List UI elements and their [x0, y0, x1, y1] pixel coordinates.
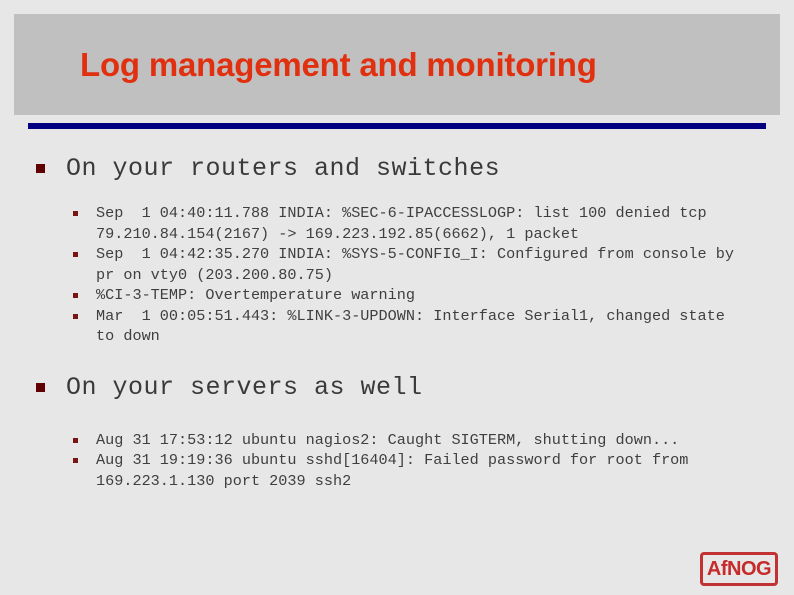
small-square-bullet-icon: [73, 252, 78, 257]
small-square-bullet-icon: [73, 437, 78, 443]
small-square-bullet-icon: [73, 458, 78, 463]
slide-canvas: Log management and monitoring On your ro…: [0, 0, 794, 595]
title-divider: [28, 123, 766, 129]
list-item: Aug 31 17:53:12 ubuntu nagios2: Caught S…: [0, 430, 794, 451]
square-bullet-icon: [36, 164, 45, 173]
section-heading-servers: On your servers as well: [0, 371, 794, 404]
square-bullet-icon: [36, 382, 45, 392]
section-heading-routers: On your routers and switches: [0, 152, 794, 185]
log-entry-text: Sep 1 04:40:11.788 INDIA: %SEC-6-IPACCES…: [96, 204, 716, 243]
slide-content: On your routers and switches Sep 1 04:40…: [0, 152, 794, 491]
list-item: %CI-3-TEMP: Overtemperature warning: [0, 285, 794, 306]
page-title: Log management and monitoring: [80, 46, 597, 83]
list-item: Sep 1 04:40:11.788 INDIA: %SEC-6-IPACCES…: [0, 203, 794, 244]
log-entry-text: Aug 31 17:53:12 ubuntu nagios2: Caught S…: [96, 430, 680, 449]
list-item: Aug 31 19:19:36 ubuntu sshd[16404]: Fail…: [0, 450, 794, 491]
section-heading-label: On your servers as well: [66, 372, 423, 402]
title-band: Log management and monitoring: [14, 14, 780, 115]
section-heading-label: On your routers and switches: [66, 154, 501, 183]
log-list-servers: Aug 31 17:53:12 ubuntu nagios2: Caught S…: [0, 430, 794, 492]
list-item: Mar 1 00:05:51.443: %LINK-3-UPDOWN: Inte…: [0, 306, 794, 347]
section-routers: On your routers and switches Sep 1 04:40…: [0, 152, 794, 347]
list-item: Sep 1 04:42:35.270 INDIA: %SYS-5-CONFIG_…: [0, 244, 794, 285]
log-entry-text: Aug 31 19:19:36 ubuntu sshd[16404]: Fail…: [96, 451, 698, 490]
log-entry-text: Mar 1 00:05:51.443: %LINK-3-UPDOWN: Inte…: [96, 306, 734, 346]
log-entry-text: Sep 1 04:42:35.270 INDIA: %SYS-5-CONFIG_…: [96, 245, 744, 284]
afnog-logo: AfNOG: [700, 552, 778, 586]
log-entry-text: %CI-3-TEMP: Overtemperature warning: [96, 286, 415, 304]
section-servers: On your servers as well Aug 31 17:53:12 …: [0, 371, 794, 492]
small-square-bullet-icon: [73, 313, 78, 319]
log-list-routers: Sep 1 04:40:11.788 INDIA: %SEC-6-IPACCES…: [0, 203, 794, 347]
afnog-logo-text: AfNOG: [706, 558, 772, 580]
small-square-bullet-icon: [73, 211, 78, 216]
small-square-bullet-icon: [73, 293, 78, 298]
